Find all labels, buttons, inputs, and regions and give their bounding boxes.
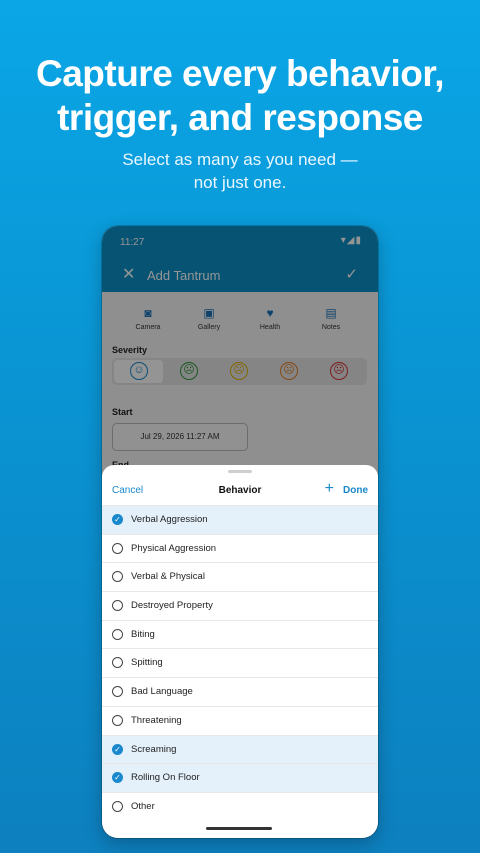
checked-circle-icon[interactable]: ✓	[112, 772, 123, 784]
checked-circle-icon[interactable]: ✓	[112, 743, 123, 755]
subline-line-2: not just one.	[193, 173, 287, 192]
behavior-row[interactable]: Destroyed Property	[102, 591, 378, 620]
done-button[interactable]: Done	[343, 485, 368, 496]
behavior-label: Other	[131, 800, 155, 812]
behavior-row[interactable]: Other	[102, 791, 378, 821]
radio-circle-icon[interactable]	[112, 628, 123, 640]
behavior-list: ✓ Verbal Aggression Physical Aggression Ver…	[102, 505, 378, 821]
behavior-row[interactable]: ✓ Rolling On Floor	[102, 763, 378, 792]
headline-line-1: Capture every behavior,	[35, 53, 445, 94]
behavior-row[interactable]: ✓ Screaming	[102, 734, 378, 764]
radio-circle-icon[interactable]	[112, 657, 123, 669]
headline-line-2: trigger, and response	[57, 97, 423, 138]
behavior-label: Bad Language	[131, 686, 193, 698]
behavior-label: Spitting	[131, 657, 163, 669]
behavior-row[interactable]: ✓ Verbal Aggression	[102, 505, 378, 534]
behavior-row[interactable]: Physical Aggression	[102, 533, 378, 563]
behavior-label: Verbal Aggression	[131, 514, 208, 525]
behavior-sheet: Cancel Behavior + Done ✓ Verbal Aggressio…	[102, 465, 378, 838]
behavior-label: Physical Aggression	[131, 542, 217, 554]
behavior-label: Rolling On Floor	[131, 772, 200, 784]
behavior-label: Screaming	[131, 743, 177, 755]
subline-line-1: Select as many as you need —	[122, 150, 358, 169]
radio-circle-icon[interactable]	[112, 600, 123, 612]
behavior-label: Destroyed Property	[131, 600, 213, 612]
behavior-label: Verbal & Physical	[131, 571, 205, 583]
sheet-drag-handle[interactable]	[228, 470, 252, 473]
marketing-subline: Select as many as you need — not just on…	[0, 148, 480, 194]
phone-screen: 11:27 ▾◢▮ ✕ Add Tantrum ✓ ◙ Camera ▣ Gal…	[102, 226, 378, 838]
behavior-label: Biting	[131, 628, 155, 640]
sheet-title: Behavior	[218, 485, 262, 496]
behavior-row[interactable]: Threatening	[102, 705, 378, 735]
sheet-header: Cancel Behavior + Done	[102, 479, 378, 503]
add-icon[interactable]: +	[325, 480, 334, 498]
behavior-row[interactable]: Bad Language	[102, 677, 378, 706]
marketing-headline: Capture every behavior, trigger, and res…	[0, 52, 480, 140]
radio-circle-icon[interactable]	[112, 571, 123, 583]
checked-circle-icon[interactable]: ✓	[112, 514, 123, 525]
radio-circle-icon[interactable]	[112, 686, 123, 698]
behavior-row[interactable]: Spitting	[102, 648, 378, 677]
behavior-label: Threatening	[131, 714, 182, 726]
gesture-nav-bar	[206, 827, 272, 830]
radio-circle-icon[interactable]	[112, 542, 123, 554]
behavior-row[interactable]: Verbal & Physical	[102, 562, 378, 591]
radio-circle-icon[interactable]	[112, 800, 123, 812]
behavior-row[interactable]: Biting	[102, 619, 378, 649]
radio-circle-icon[interactable]	[112, 714, 123, 726]
